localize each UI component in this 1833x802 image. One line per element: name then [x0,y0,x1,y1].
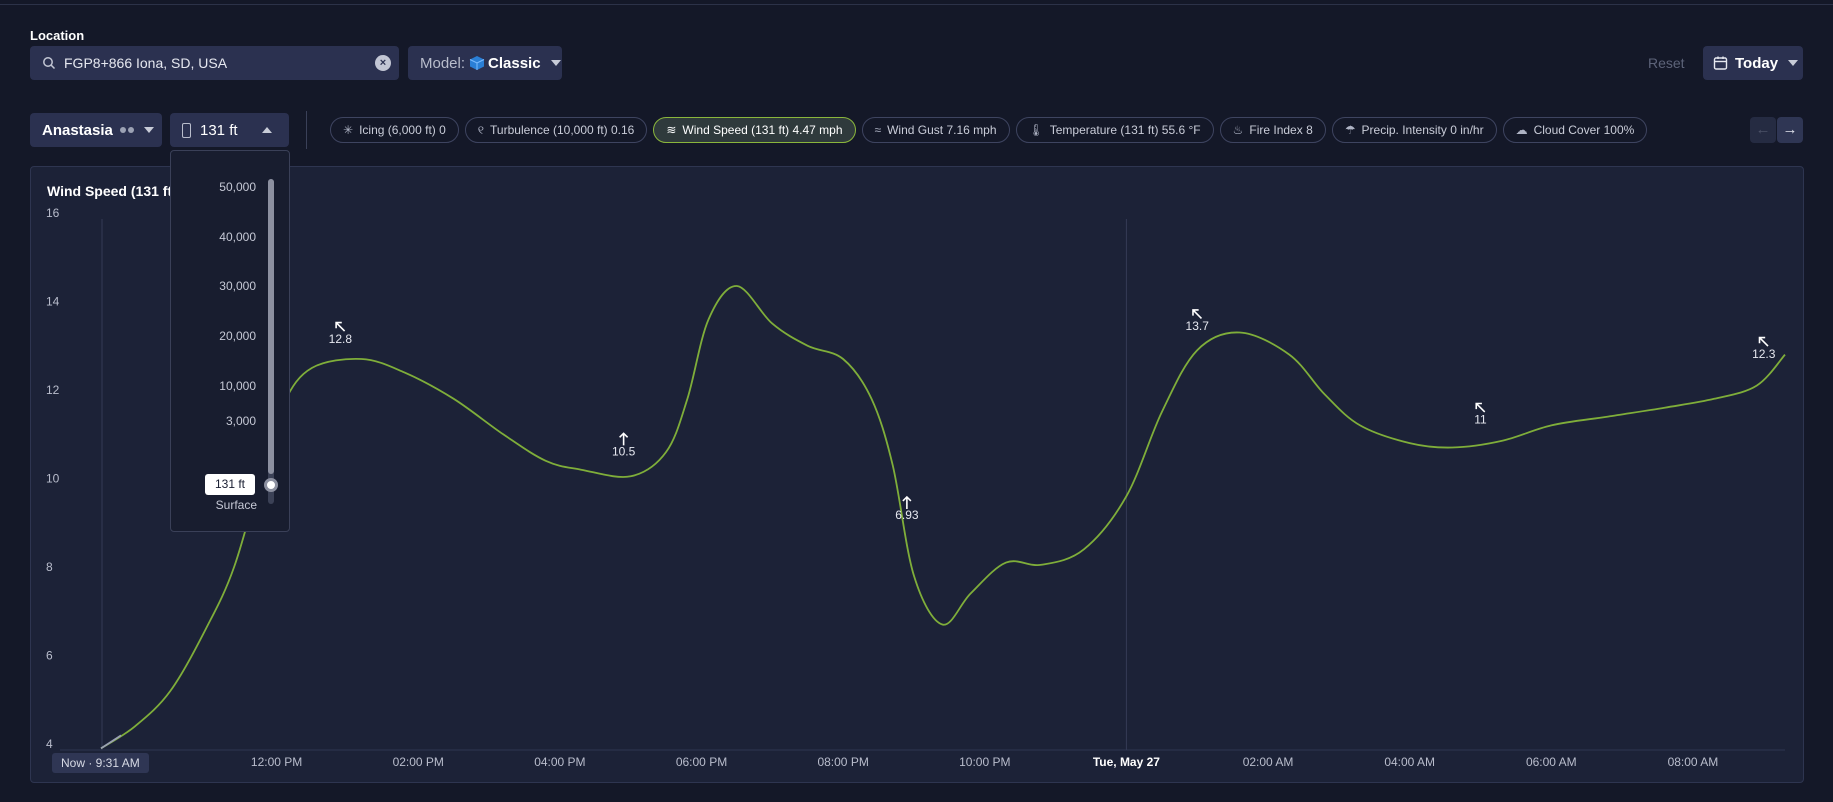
y-tick-label: 16 [46,206,60,220]
reset-button[interactable]: Reset [1648,55,1685,71]
data-label: 11 [1474,413,1487,427]
location-search-field[interactable]: FGP8+866 Iona, SD, USA × [30,46,399,80]
account-selector[interactable]: Anastasia [30,113,162,147]
layer-chip[interactable]: ≈ Wind Gust 7.16 mph [861,117,1010,143]
date-selector-label: Today [1735,54,1779,72]
layer-chip-label: Cloud Cover 100% [1533,123,1635,137]
wind-icon: ≋ [666,123,677,137]
data-label: 13.7 [1186,319,1210,333]
chips-next-button[interactable]: → [1777,117,1803,143]
altitude-selected-value: 131 ft [200,121,238,139]
cube-icon [469,56,485,70]
altitude-level[interactable]: 40,000 [219,230,256,244]
altitude-level[interactable]: 30,000 [219,279,256,293]
precip-icon: ☂ [1344,123,1356,137]
layer-chip-label: Icing (6,000 ft) 0 [359,123,446,137]
now-time-badge: Now · 9:31 AM [52,753,149,773]
altitude-level[interactable]: 10,000 [219,379,256,393]
chips-prev-button[interactable]: ← [1750,117,1776,143]
altitude-slider-fill [268,179,274,474]
layer-chip[interactable]: ☁ Cloud Cover 100% [1502,117,1648,143]
ruler-icon [182,122,191,138]
data-label: 12.8 [329,332,353,346]
layer-chip[interactable]: ୧ Turbulence (10,000 ft) 0.16 [464,117,648,143]
y-tick-label: 6 [46,649,53,663]
layer-chip[interactable]: ♨ Fire Index 8 [1219,117,1326,143]
x-tick-label: 02:00 PM [393,755,444,769]
toolbar-divider [306,111,307,149]
search-icon [43,57,56,70]
data-label: 6.93 [895,508,919,522]
layer-chip-label: Wind Speed (131 ft) 4.47 mph [682,123,843,137]
turbulence-icon: ୧ [477,122,485,137]
account-status-icon [119,127,134,133]
wind-gust-icon: ≈ [874,123,882,137]
location-search-input[interactable]: FGP8+866 Iona, SD, USA [64,55,227,71]
layer-chip-label: Wind Gust 7.16 mph [887,123,997,137]
wind-speed-chart[interactable]: 4 6 8 10 12 14 16 12:00 PM 02:00 PM 04:00 PM 06:00… [30,166,1804,783]
location-label: Location [30,28,85,43]
chevron-down-icon [550,60,561,66]
layer-chip-label: Fire Index 8 [1249,123,1313,137]
x-tick-label: 08:00 PM [817,755,868,769]
model-selector[interactable]: Model: Classic [408,46,562,80]
altitude-dropdown[interactable]: 131 ft Surface 50,000 40,000 30,000 20,000 1… [170,150,290,532]
fire-icon: ♨ [1232,123,1244,137]
chevron-up-icon [261,127,272,133]
x-tick-label: 06:00 PM [676,755,727,769]
calendar-icon [1713,56,1728,70]
y-tick-label: 12 [46,383,60,397]
y-tick-label: 4 [46,737,53,751]
cloud-icon: ☁ [1515,123,1528,137]
altitude-level[interactable]: 50,000 [219,180,256,194]
model-value: Classic [488,54,541,72]
x-tick-label: 12:00 PM [251,755,302,769]
layer-chips: ✳ Icing (6,000 ft) 0 ୧ Turbulence (10,000 f… [330,117,1740,145]
altitude-level-surface[interactable]: Surface [216,498,257,512]
wind-speed-series-line [100,285,1786,750]
model-label: Model: [420,54,466,72]
x-tick-label: 04:00 PM [534,755,585,769]
y-tick-label: 10 [46,472,60,486]
x-tick-label: 08:00 AM [1668,755,1719,769]
layer-chip[interactable]: 🌡 Temperature (131 ft) 55.6 °F [1015,117,1214,143]
y-tick-label: 14 [46,295,60,309]
clear-icon[interactable]: × [375,55,391,71]
x-tick-label: 10:00 PM [959,755,1010,769]
snowflake-icon: ✳ [343,123,354,137]
x-tick-label: 02:00 AM [1243,755,1294,769]
x-tick-label: 06:00 AM [1526,755,1577,769]
y-tick-label: 8 [46,560,53,574]
thermometer-icon: 🌡 [1028,123,1044,137]
altitude-current-badge: 131 ft [205,474,255,495]
altitude-selector[interactable]: 131 ft [170,113,289,147]
past-series-segment [100,734,122,750]
altitude-slider-handle[interactable] [264,478,278,492]
x-tick-label: 04:00 AM [1384,755,1435,769]
x-tick-label: Tue, May 27 [1093,755,1160,769]
layer-chip-label: Precip. Intensity 0 in/hr [1361,123,1484,137]
data-label: 12.3 [1752,347,1776,361]
altitude-level[interactable]: 3,000 [226,414,256,428]
layer-chip-label: Temperature (131 ft) 55.6 °F [1049,123,1201,137]
layer-chip[interactable]: ☂ Precip. Intensity 0 in/hr [1331,117,1497,143]
layer-chip[interactable]: ≋ Wind Speed (131 ft) 4.47 mph [653,117,856,143]
date-selector-button[interactable]: Today [1703,46,1803,80]
altitude-level[interactable]: 20,000 [219,329,256,343]
top-divider [0,4,1833,5]
layer-chip[interactable]: ✳ Icing (6,000 ft) 0 [330,117,459,143]
account-name: Anastasia [42,121,113,139]
data-label: 10.5 [612,444,636,458]
chips-fade [1690,113,1750,147]
layer-chip-label: Turbulence (10,000 ft) 0.16 [490,123,635,137]
chevron-down-icon [143,127,154,133]
chevron-down-icon [1788,60,1799,66]
